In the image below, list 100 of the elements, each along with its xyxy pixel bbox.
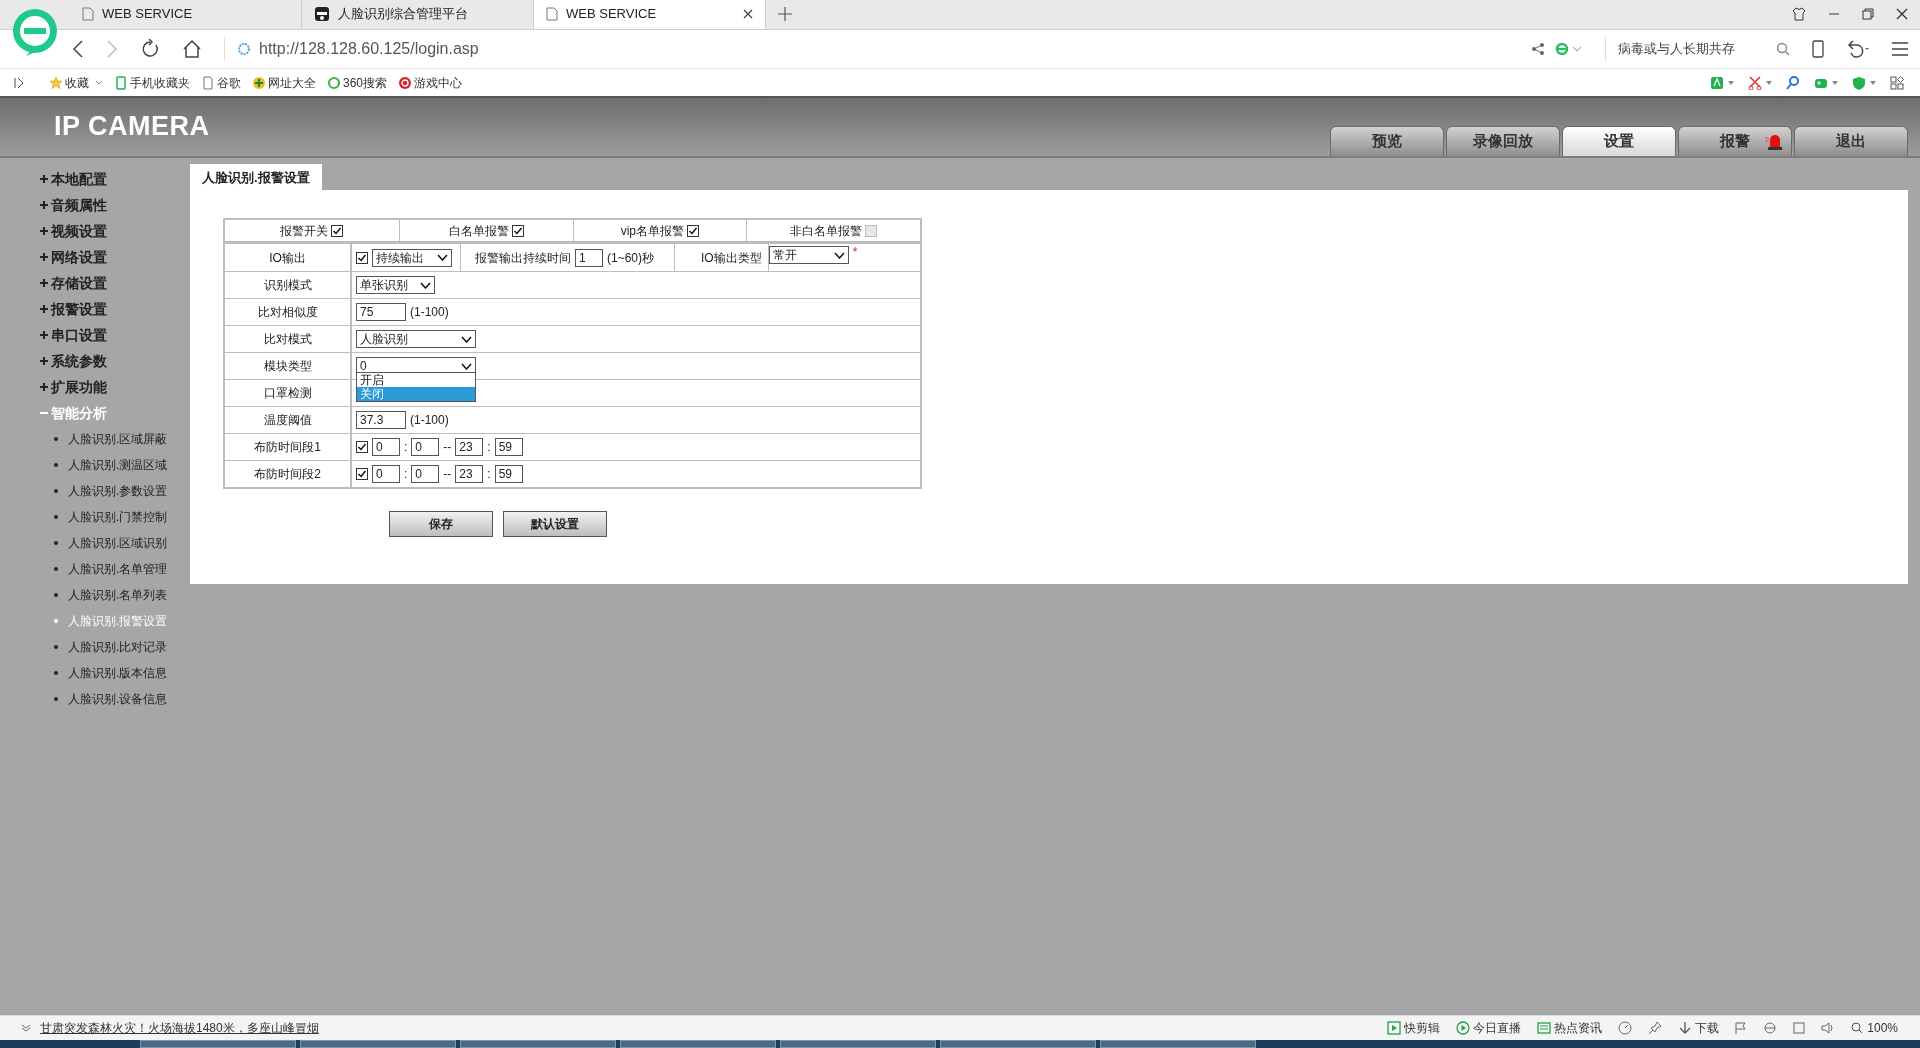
magnifier-icon[interactable]	[1786, 75, 1800, 90]
input-field[interactable]: 0	[411, 465, 440, 483]
sidebar-item[interactable]: 人脸识别.参数设置	[40, 478, 190, 504]
sidebar-group[interactable]: 串口设置	[40, 322, 190, 348]
window-icon[interactable]	[1793, 1022, 1806, 1034]
sidebar-item[interactable]: 人脸识别.名单管理	[40, 556, 190, 582]
undo-icon[interactable]	[1846, 40, 1870, 58]
close-icon[interactable]	[1896, 8, 1908, 20]
checkbox[interactable]	[687, 224, 700, 237]
plus-circle-icon	[252, 75, 266, 90]
back-icon[interactable]	[72, 40, 84, 58]
checkbox[interactable]	[865, 224, 878, 237]
bookmark-link[interactable]: 游戏中心	[398, 73, 463, 92]
select-field[interactable]: 常开	[768, 246, 849, 264]
new-tab-icon[interactable]	[778, 7, 792, 21]
sidebar-item[interactable]: 人脸识别.版本信息	[40, 660, 190, 686]
share-icon[interactable]	[1531, 42, 1545, 56]
input-field[interactable]: 59	[494, 465, 523, 483]
sidebar-group[interactable]: 系统参数	[40, 348, 190, 374]
sidebar-group[interactable]: 本地配置	[40, 166, 190, 192]
status-button[interactable]: 快剪辑	[1387, 1019, 1441, 1037]
status-button[interactable]: 今日直播	[1456, 1019, 1522, 1037]
select-field[interactable]: 单张识别	[356, 276, 435, 294]
separator-text: --	[443, 439, 452, 456]
search-icon[interactable]	[1776, 42, 1790, 56]
input-field[interactable]: 23	[455, 465, 484, 483]
tablet-icon[interactable]	[1812, 40, 1824, 58]
zoom-button[interactable]: 100%	[1851, 1019, 1898, 1037]
sidebar-item[interactable]: 人脸识别.设备信息	[40, 686, 190, 712]
sidebar-item[interactable]: 人脸识别.测温区域	[40, 452, 190, 478]
restore-icon[interactable]	[1862, 8, 1874, 20]
flag-icon[interactable]	[1735, 1022, 1748, 1034]
scissors-icon[interactable]	[1748, 75, 1762, 90]
checkbox[interactable]	[511, 224, 524, 237]
sidebar-toggle-icon[interactable]	[14, 76, 24, 89]
speaker-icon[interactable]	[1821, 1021, 1836, 1035]
form-button[interactable]: 默认设置	[503, 511, 607, 537]
nav-tab[interactable]: 录像回放	[1446, 126, 1560, 156]
field-label: IO输出	[269, 249, 306, 267]
input-field[interactable]: 75	[356, 303, 406, 321]
status-button[interactable]: 热点资讯	[1537, 1019, 1603, 1037]
form-button[interactable]: 保存	[389, 511, 493, 537]
bookmark-label: 游戏中心	[414, 74, 463, 92]
input-field[interactable]: 1	[575, 248, 603, 267]
browser-tab[interactable]: WEB SERVICE	[534, 0, 766, 29]
sidebar-group[interactable]: 网络设置	[40, 244, 190, 270]
news-link[interactable]: 甘肃突发森林火灾！火场海拔1480米，多座山峰冒烟	[40, 1019, 319, 1037]
input-field[interactable]: 0	[411, 438, 440, 456]
bookmark-link[interactable]: 网址大全	[252, 73, 316, 92]
checkbox[interactable]	[356, 441, 368, 453]
sidebar-group[interactable]: 音频属性	[40, 192, 190, 218]
sidebar-group[interactable]: 报警设置	[40, 296, 190, 322]
bookmark-link[interactable]: 谷歌	[201, 73, 241, 92]
input-field[interactable]: 37.3	[356, 411, 406, 429]
bookmark-link[interactable]: 360搜索	[327, 73, 388, 92]
sidebar-group[interactable]: 视频设置	[40, 218, 190, 244]
nav-tab[interactable]: 报警	[1678, 126, 1792, 156]
search-field[interactable]: 病毒或与人长期共存	[1618, 39, 1768, 59]
panel-tab[interactable]: 人脸识别.报警设置	[190, 164, 322, 190]
sidebar-item[interactable]: 人脸识别.比对记录	[40, 634, 190, 660]
bookmark-link[interactable]: 手机收藏夹	[114, 73, 190, 92]
bookmark-link[interactable]: 收藏	[49, 73, 103, 92]
switch-label: 报警开关	[280, 222, 329, 240]
bookmark-label: 网址大全	[268, 74, 316, 92]
input-field[interactable]: 59	[494, 438, 523, 456]
checkbox[interactable]	[356, 251, 368, 264]
sidebar-item[interactable]: 人脸识别.区域屏蔽	[40, 426, 190, 452]
chevron-icon	[437, 254, 448, 261]
checkbox[interactable]	[331, 224, 344, 237]
home-icon[interactable]	[182, 39, 202, 59]
dropdown-option[interactable]: 开启	[357, 373, 475, 387]
apps-icon[interactable]	[1890, 75, 1904, 90]
select-field[interactable]: 人脸识别	[356, 330, 476, 348]
reload-icon[interactable]	[140, 39, 160, 59]
sidebar-item[interactable]: 人脸识别.名单列表	[40, 582, 190, 608]
status-button[interactable]: 下载	[1678, 1019, 1720, 1037]
url-field[interactable]: http://128.128.60.125/login.asp	[259, 37, 479, 61]
pin-icon[interactable]	[1648, 1021, 1663, 1035]
shield-icon[interactable]	[1852, 75, 1866, 90]
sidebar-group[interactable]: 存储设置	[40, 270, 190, 296]
field-label: 识别模式	[263, 277, 312, 294]
field-label: 比对模式	[263, 331, 312, 348]
required-mark: *	[852, 246, 858, 258]
input-field[interactable]: 23	[455, 438, 484, 456]
hint-text: (1-100)	[410, 304, 449, 321]
sidebar-item[interactable]: 人脸识别.门禁控制	[40, 504, 190, 530]
nav-tab[interactable]: 退出	[1794, 126, 1908, 156]
select-field[interactable]: 持续输出	[372, 248, 452, 267]
checkbox[interactable]	[356, 468, 368, 480]
nav-tab[interactable]: 设置	[1562, 126, 1676, 156]
menu-icon[interactable]	[1892, 42, 1908, 56]
speed-icon[interactable]	[1618, 1021, 1633, 1035]
field-label: 比对相似度	[257, 304, 318, 321]
input-field[interactable]: 0	[372, 438, 400, 456]
nav-tab[interactable]: 预览	[1330, 126, 1444, 156]
sidebar-group[interactable]: 扩展功能	[40, 374, 190, 400]
sidebar-item[interactable]: 人脸识别.区域识别	[40, 530, 190, 556]
close-icon[interactable]	[743, 9, 753, 19]
shirt-icon[interactable]	[1792, 7, 1806, 21]
input-field[interactable]: 0	[372, 465, 400, 483]
